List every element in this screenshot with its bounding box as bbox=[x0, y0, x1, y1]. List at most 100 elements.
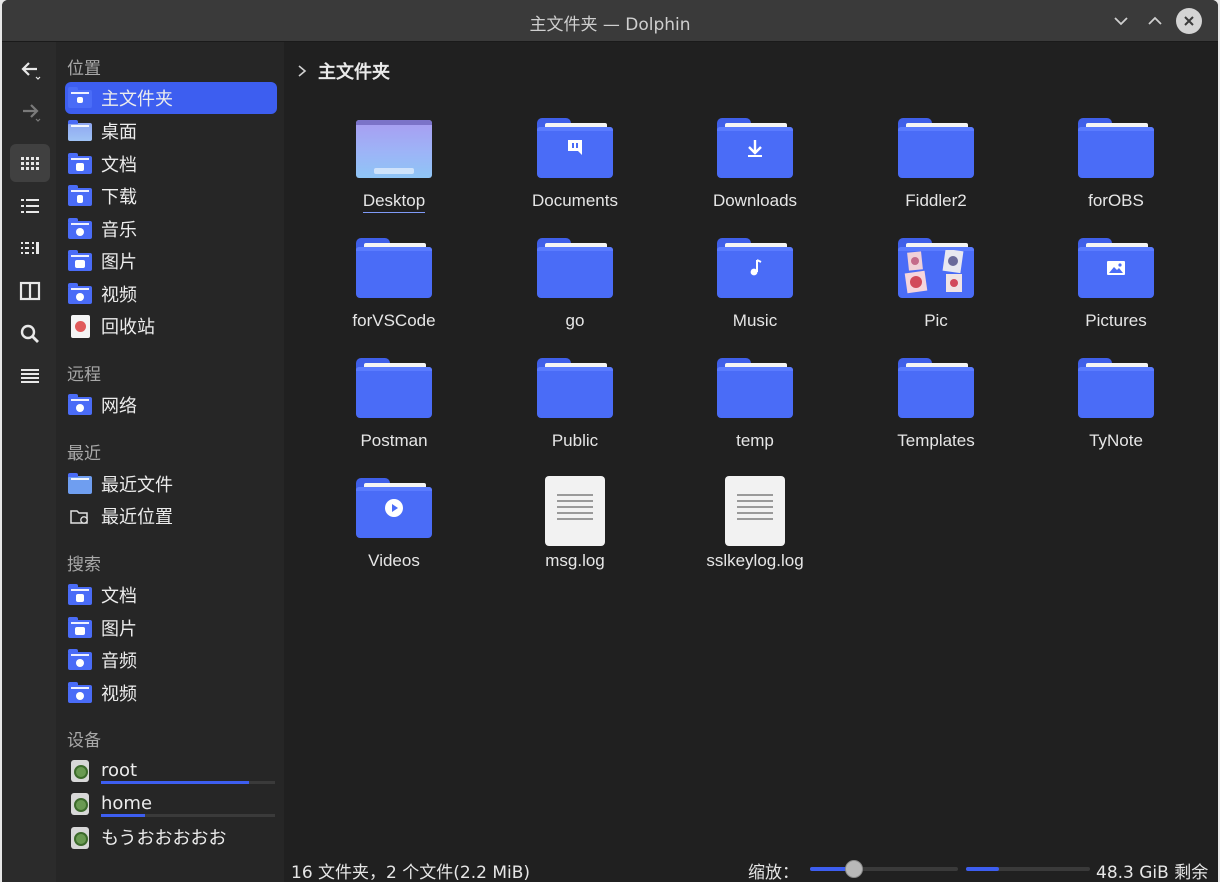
picture-folder-icon bbox=[1078, 238, 1154, 302]
videos-folder-icon bbox=[68, 283, 94, 305]
file-item[interactable]: Pic bbox=[854, 232, 1018, 342]
document-folder-icon bbox=[537, 118, 613, 182]
file-item[interactable]: forOBS bbox=[1034, 112, 1198, 222]
split-view-button[interactable] bbox=[10, 272, 50, 310]
places-item-videos[interactable]: 视频 bbox=[65, 278, 277, 310]
file-item[interactable]: Downloads bbox=[673, 112, 837, 222]
videos-folder-icon bbox=[68, 682, 94, 704]
text-file-icon bbox=[717, 476, 793, 546]
file-item[interactable]: forVSCode bbox=[312, 232, 476, 342]
places-item-recent-files[interactable]: 最近文件 bbox=[65, 468, 277, 500]
places-item-downloads[interactable]: 下载 bbox=[65, 180, 277, 212]
file-item[interactable]: Music bbox=[673, 232, 837, 342]
file-item[interactable]: Fiddler2 bbox=[854, 112, 1018, 222]
places-item-pictures[interactable]: 图片 bbox=[65, 245, 277, 277]
places-item-search-documents[interactable]: 文档 bbox=[65, 579, 277, 611]
file-item[interactable]: Public bbox=[493, 352, 657, 462]
places-item-search-audio[interactable]: 音频 bbox=[65, 644, 277, 676]
desktop-folder-icon bbox=[356, 118, 432, 182]
places-item-search-videos[interactable]: 视频 bbox=[65, 677, 277, 709]
folder-icon bbox=[898, 118, 974, 182]
remote-heading: 远程 bbox=[67, 365, 101, 385]
breadcrumb[interactable]: 主文件夹 bbox=[296, 58, 390, 84]
search-heading: 搜索 bbox=[67, 555, 101, 575]
compact-view-icon bbox=[21, 242, 39, 254]
file-name-text: msg.log bbox=[545, 551, 605, 570]
file-item[interactable]: Videos bbox=[312, 472, 476, 582]
places-item-label: 文档 bbox=[101, 586, 137, 607]
file-item[interactable]: temp bbox=[673, 352, 837, 462]
details-view-icon bbox=[21, 199, 39, 213]
breadcrumb-current[interactable]: 主文件夹 bbox=[318, 58, 390, 84]
file-name-text: Desktop bbox=[362, 191, 426, 213]
menu-button[interactable] bbox=[10, 357, 50, 395]
drive-icon bbox=[68, 792, 94, 815]
file-item[interactable]: Pictures bbox=[1034, 232, 1198, 342]
zoom-slider[interactable] bbox=[810, 860, 958, 878]
disk-space-fill bbox=[966, 867, 999, 871]
places-item-label: 文档 bbox=[101, 155, 137, 176]
places-heading: 位置 bbox=[67, 59, 101, 79]
file-name-text: sslkeylog.log bbox=[706, 551, 804, 570]
folder-icon bbox=[1078, 118, 1154, 182]
places-item-documents[interactable]: 文档 bbox=[65, 148, 277, 180]
pictures-folder-icon bbox=[68, 617, 94, 639]
details-view-button[interactable] bbox=[10, 187, 50, 225]
places-item-recent-locations[interactable]: 最近位置 bbox=[65, 500, 277, 532]
drive-icon bbox=[68, 826, 94, 849]
compact-view-button[interactable] bbox=[10, 230, 50, 268]
places-item-search-pictures[interactable]: 图片 bbox=[65, 612, 277, 644]
file-name: Postman bbox=[312, 431, 476, 451]
places-item-home[interactable]: 主文件夹 bbox=[65, 82, 277, 114]
file-name-text: temp bbox=[736, 431, 774, 450]
file-item[interactable]: msg.log bbox=[493, 472, 657, 582]
disk-space-bar bbox=[966, 867, 1090, 871]
file-name-text: Videos bbox=[368, 551, 420, 570]
file-name-text: go bbox=[565, 311, 585, 330]
close-button[interactable] bbox=[1176, 8, 1202, 34]
file-item[interactable]: TyNote bbox=[1034, 352, 1198, 462]
file-item[interactable]: Documents bbox=[493, 112, 657, 222]
places-item-network[interactable]: 网络 bbox=[65, 389, 277, 421]
places-item-label: 回收站 bbox=[101, 317, 155, 338]
places-item-label: 下载 bbox=[101, 187, 137, 208]
search-button[interactable] bbox=[10, 315, 50, 353]
file-name: temp bbox=[673, 431, 837, 451]
video-folder-icon bbox=[356, 478, 432, 542]
root-capacity-bar bbox=[101, 781, 249, 784]
file-name: forVSCode bbox=[312, 311, 476, 331]
search-icon bbox=[20, 324, 39, 343]
places-item-label: 图片 bbox=[101, 252, 137, 273]
folder-icon bbox=[356, 238, 432, 302]
file-name: Fiddler2 bbox=[854, 191, 1018, 211]
places-item-label: 最近文件 bbox=[101, 475, 173, 496]
forward-button[interactable] bbox=[10, 92, 50, 130]
file-item[interactable]: Postman bbox=[312, 352, 476, 462]
back-button[interactable] bbox=[10, 50, 50, 88]
maximize-button[interactable] bbox=[1142, 8, 1168, 34]
file-item[interactable]: Desktop bbox=[312, 112, 476, 222]
chevron-up-icon bbox=[1148, 16, 1162, 25]
folder-icon bbox=[1078, 358, 1154, 422]
recent-files-icon bbox=[68, 473, 94, 495]
file-name: sslkeylog.log bbox=[673, 551, 837, 571]
file-name: go bbox=[493, 311, 657, 331]
zoom-slider-handle[interactable] bbox=[845, 860, 863, 878]
file-item[interactable]: sslkeylog.log bbox=[673, 472, 837, 582]
places-item-trash[interactable]: 回收站 bbox=[65, 310, 277, 342]
places-item-desktop[interactable]: 桌面 bbox=[65, 115, 277, 147]
file-name-text: Documents bbox=[532, 191, 618, 210]
device-item-other[interactable]: もうおおおおお bbox=[65, 821, 277, 853]
minimize-button[interactable] bbox=[1108, 8, 1134, 34]
file-item[interactable]: Templates bbox=[854, 352, 1018, 462]
file-name: Downloads bbox=[673, 191, 837, 211]
file-name-text: forVSCode bbox=[352, 311, 436, 330]
file-item[interactable]: go bbox=[493, 232, 657, 342]
recent-locations-icon bbox=[68, 505, 94, 527]
icons-view-button[interactable] bbox=[10, 144, 50, 182]
main-view: 主文件夹 Desktop Documents Downloads Fiddler2 fo… bbox=[284, 42, 1218, 882]
folder-icon bbox=[356, 358, 432, 422]
places-item-music[interactable]: 音乐 bbox=[65, 213, 277, 245]
places-item-label: 最近位置 bbox=[101, 507, 173, 528]
file-name-text: Templates bbox=[897, 431, 975, 450]
